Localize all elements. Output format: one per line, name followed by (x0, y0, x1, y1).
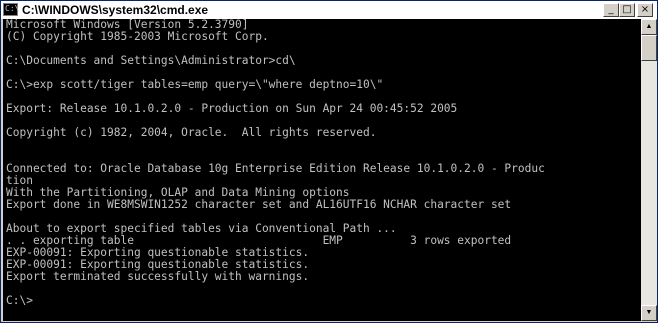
window-title: C:\WINDOWS\system32\cmd.exe (22, 3, 209, 17)
cmd-window: C:\ C:\WINDOWS\system32\cmd.exe _ □ × Mi… (0, 0, 658, 323)
cmd-icon[interactable]: C:\ (3, 3, 19, 16)
console-output: Microsoft Windows [Version 5.2.3790] (C) … (3, 19, 641, 307)
console-line: Export terminated successfully with warn… (6, 270, 310, 283)
console-line: Export done in WE8MSWIN1252 character se… (6, 198, 512, 211)
console-line: Connected to: Oracle Database 10g Enterp… (6, 162, 545, 175)
scroll-up-button[interactable]: ▲ (641, 19, 657, 35)
console-line: C:\>exp scott/tiger tables=emp query=\"w… (6, 78, 384, 91)
console-line: Export: Release 10.1.0.2.0 - Production … (6, 102, 458, 115)
console-area[interactable]: Microsoft Windows [Version 5.2.3790] (C) … (3, 19, 641, 321)
maximize-button[interactable]: □ (619, 3, 635, 17)
console-line: (C) Copyright 1985-2003 Microsoft Corp. (6, 30, 269, 43)
scroll-down-button[interactable]: ▼ (641, 305, 657, 321)
close-button[interactable]: × (637, 3, 653, 17)
scroll-thumb[interactable] (641, 35, 657, 61)
console-line: Copyright (c) 1982, 2004, Oracle. All ri… (6, 126, 377, 139)
console-line: C:\Documents and Settings\Administrator>… (6, 54, 296, 67)
minimize-button[interactable]: _ (603, 3, 619, 17)
title-bar[interactable]: C:\ C:\WINDOWS\system32\cmd.exe _ □ × (1, 1, 657, 19)
vertical-scrollbar[interactable]: ▲ ▼ (641, 19, 657, 321)
console-line: C:\> (6, 294, 33, 307)
